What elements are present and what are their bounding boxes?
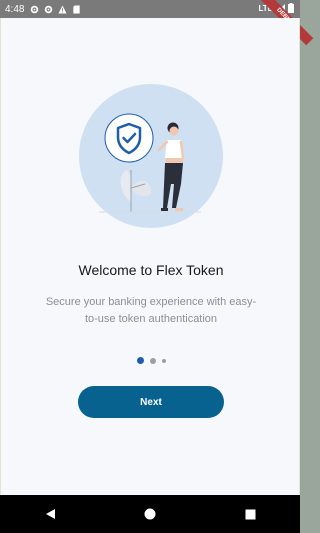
security-illustration	[79, 84, 223, 228]
next-button[interactable]: Next	[78, 386, 224, 418]
back-icon	[45, 509, 55, 519]
home-icon	[144, 508, 156, 520]
page-dot	[161, 358, 166, 363]
status-bar: 4:48 LTE	[0, 0, 300, 18]
page-indicator	[1, 357, 301, 364]
page-title: Welcome to Flex Token	[78, 262, 224, 278]
page-subtitle: Secure your banking experience with easy…	[45, 296, 257, 325]
device-frame: 4:48 LTE DEBUG Welcome to Flex Token Sec…	[0, 0, 314, 533]
status-time: 4:48	[5, 3, 25, 15]
battery-icon	[288, 3, 294, 13]
page-dot-active	[136, 357, 144, 364]
recents-icon	[245, 509, 255, 519]
home-button[interactable]	[130, 495, 170, 533]
sd-card-icon	[73, 4, 81, 14]
settings-icon	[45, 5, 53, 13]
recents-button[interactable]	[230, 495, 270, 533]
navigation-bar	[0, 495, 300, 533]
back-button[interactable]	[30, 495, 70, 533]
settings-icon	[31, 5, 39, 13]
warning-icon	[58, 4, 68, 14]
onboarding-screen: Welcome to Flex Token Secure your bankin…	[0, 18, 300, 495]
page-dot	[149, 357, 156, 364]
